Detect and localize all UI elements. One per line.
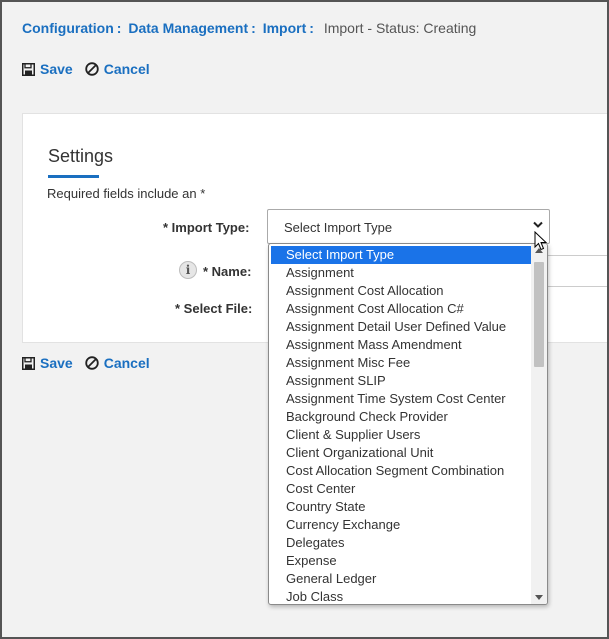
breadcrumb-separator: :	[309, 20, 314, 36]
dropdown-option[interactable]: Assignment Detail User Defined Value	[269, 318, 531, 336]
dropdown-option[interactable]: Assignment Misc Fee	[269, 354, 531, 372]
scroll-down-icon[interactable]	[535, 595, 543, 600]
info-icon[interactable]: i	[179, 261, 197, 279]
dropdown-option[interactable]: Assignment Cost Allocation	[269, 282, 531, 300]
dropdown-option[interactable]: Job Class	[269, 588, 531, 604]
title-underline	[48, 175, 99, 178]
breadcrumb-separator: :	[116, 20, 122, 36]
chevron-down-icon	[533, 221, 543, 228]
dropdown-option[interactable]: Assignment Cost Allocation C#	[269, 300, 531, 318]
save-label: Save	[40, 355, 73, 371]
cancel-button[interactable]: Cancel	[85, 355, 150, 371]
dropdown-option[interactable]: Expense	[269, 552, 531, 570]
dropdown-option[interactable]: Client & Supplier Users	[269, 426, 531, 444]
save-button[interactable]: Save	[22, 355, 73, 371]
dropdown-option[interactable]: Client Organizational Unit	[269, 444, 531, 462]
dropdown-option[interactable]: Assignment SLIP	[269, 372, 531, 390]
dropdown-option-list: Select Import Type Assignment Assignment C…	[269, 246, 531, 604]
dropdown-option[interactable]: General Ledger	[269, 570, 531, 588]
floppy-disk-icon	[22, 62, 35, 76]
dropdown-option[interactable]: Country State	[269, 498, 531, 516]
cancel-button[interactable]: Cancel	[85, 61, 150, 77]
dropdown-option[interactable]: Select Import Type	[271, 246, 531, 264]
breadcrumb-import[interactable]: Import	[263, 20, 307, 36]
required-note: Required fields include an *	[47, 186, 206, 201]
dropdown-option[interactable]: Delegates	[269, 534, 531, 552]
cancel-label: Cancel	[103, 355, 150, 371]
select-file-label: * Select File:	[175, 301, 253, 316]
cancel-label: Cancel	[103, 61, 150, 77]
import-type-value: Select Import Type	[284, 220, 393, 235]
cancel-circle-icon	[85, 62, 99, 76]
cancel-circle-icon	[85, 356, 99, 370]
dropdown-option[interactable]: Assignment	[269, 264, 531, 282]
breadcrumb-configuration[interactable]: Configuration	[22, 20, 114, 36]
name-label: * Name:	[203, 264, 252, 279]
scrollbar-thumb[interactable]	[534, 262, 544, 367]
dropdown-scrollbar[interactable]	[531, 244, 547, 604]
mouse-cursor-icon	[534, 231, 548, 251]
save-label: Save	[40, 61, 73, 77]
bottom-action-bar: Save Cancel	[22, 355, 162, 371]
top-action-bar: Save Cancel	[22, 61, 162, 77]
settings-title: Settings	[48, 146, 114, 166]
dropdown-option[interactable]: Background Check Provider	[269, 408, 531, 426]
import-type-label: * Import Type:	[163, 220, 250, 235]
breadcrumb-data-management[interactable]: Data Management	[128, 20, 248, 36]
breadcrumb-separator: :	[251, 20, 256, 36]
dropdown-option[interactable]: Assignment Mass Amendment	[269, 336, 531, 354]
dropdown-option[interactable]: Currency Exchange	[269, 516, 531, 534]
floppy-disk-icon	[22, 356, 35, 370]
dropdown-option[interactable]: Assignment Time System Cost Center	[269, 390, 531, 408]
breadcrumb: Configuration: Data Management: Import: …	[22, 20, 476, 36]
breadcrumb-current: Import - Status: Creating	[323, 20, 477, 36]
dropdown-option[interactable]: Cost Center	[269, 480, 531, 498]
import-type-select[interactable]: Select Import Type	[267, 209, 550, 244]
import-type-dropdown[interactable]: Select Import Type Assignment Assignment C…	[268, 243, 548, 605]
save-button[interactable]: Save	[22, 61, 73, 77]
dropdown-option[interactable]: Cost Allocation Segment Combination	[269, 462, 531, 480]
